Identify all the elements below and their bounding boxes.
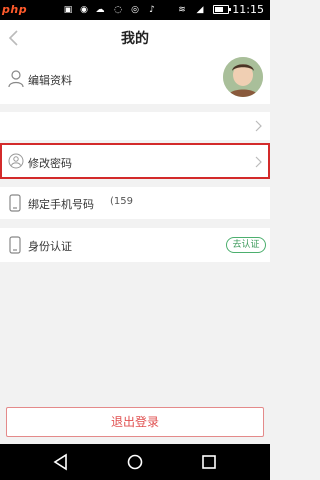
- person-icon: [8, 70, 24, 88]
- battery-level: [215, 7, 223, 12]
- identity-label: 身份认证: [28, 240, 72, 253]
- navigation-bar: [0, 444, 270, 480]
- chevron-right-icon: [255, 156, 262, 168]
- verify-button[interactable]: 去认证: [226, 237, 266, 253]
- change-password-label: 修改密码: [28, 157, 72, 170]
- page-title: 我的: [121, 31, 149, 47]
- change-password-row[interactable]: 修改密码: [0, 143, 270, 179]
- home-circle-icon[interactable]: [126, 453, 144, 471]
- notification-icon: ◉: [80, 5, 88, 15]
- phone-icon: [9, 236, 21, 254]
- phone-number-value: (159: [110, 196, 133, 207]
- user-circle-icon: [8, 153, 24, 169]
- bell-icon: ♪: [149, 5, 155, 15]
- avatar[interactable]: [223, 57, 263, 97]
- watermark-logo: php: [2, 3, 28, 16]
- bind-phone-label: 绑定手机号码: [28, 198, 94, 211]
- bind-phone-row[interactable]: 绑定手机号码 (159: [0, 187, 270, 219]
- sync-icon: ◌: [114, 5, 122, 15]
- cloud-icon: ☁: [95, 5, 105, 15]
- header: 我的: [0, 20, 270, 56]
- identity-verification-row[interactable]: 身份认证 去认证: [0, 228, 270, 262]
- signal-icon: ◢: [196, 5, 204, 15]
- back-triangle-icon[interactable]: [52, 453, 70, 471]
- phone-icon: [9, 194, 21, 212]
- status-bar: php ▣ ◉ ☁ ◌ ◎ ♪ ≋ ◢ 11:15: [0, 0, 270, 20]
- app-icon: ◎: [131, 5, 139, 15]
- recents-square-icon[interactable]: [200, 453, 218, 471]
- wifi-icon: ≋: [178, 5, 186, 15]
- chevron-right-icon: [255, 120, 262, 132]
- blank-settings-row[interactable]: [0, 112, 270, 140]
- status-time: 11:15: [232, 3, 264, 16]
- battery-icon: [213, 5, 231, 14]
- image-icon: ▣: [63, 5, 73, 15]
- edit-profile-label: 编辑资料: [28, 74, 72, 87]
- logout-button[interactable]: 退出登录: [6, 407, 264, 437]
- avatar-image: [223, 57, 263, 97]
